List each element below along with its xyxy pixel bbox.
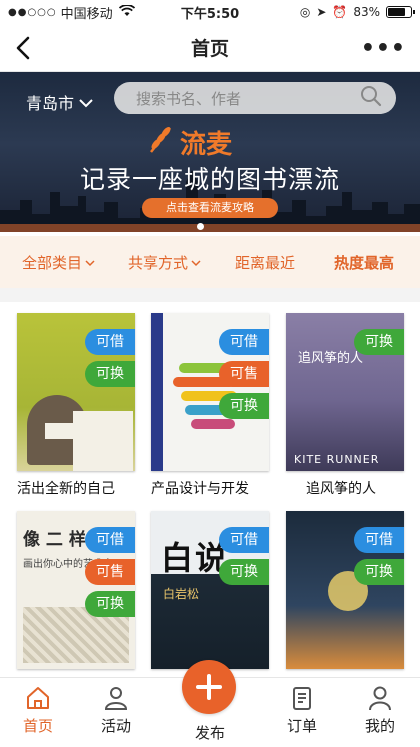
page-title: 首页 (190, 38, 229, 60)
battery-icon (386, 6, 415, 18)
brand-logo: 流麦 (148, 124, 232, 161)
for-sale-tag: 可售 (85, 559, 135, 585)
book-title: 活出全新的自己 (17, 481, 115, 497)
back-arrow-icon[interactable] (12, 34, 36, 62)
search-input[interactable]: 搜索书名、作者 (114, 82, 396, 114)
clock: 下午5:50 (180, 6, 240, 22)
cover-author: 白岩松 (163, 587, 200, 601)
filter-nearest[interactable]: 距离最近 (235, 252, 295, 273)
tab-activity[interactable]: 活动 (86, 684, 146, 736)
orders-icon (293, 687, 311, 710)
search-icon[interactable] (360, 85, 382, 111)
tab-publish-label: 发布 (194, 724, 225, 742)
search-placeholder: 搜索书名、作者 (136, 89, 242, 108)
tab-orders-label: 订单 (286, 717, 317, 735)
guide-link-button[interactable]: 点击查看流麦攻略 (142, 198, 278, 218)
cover-title: 追风筝的人 (298, 351, 364, 366)
borrowable-tag: 可借 (85, 329, 135, 355)
exchangeable-tag: 可换 (354, 329, 404, 355)
tab-orders[interactable]: 订单 (272, 684, 332, 736)
bottom-tab-bar: 首页 活动 发布 订单 我的 (0, 660, 420, 747)
filter-hottest-label: 热度最高 (334, 254, 395, 272)
tab-activity-label: 活动 (100, 717, 131, 735)
carousel-indicator[interactable] (197, 223, 204, 230)
filter-hottest[interactable]: 热度最高 (334, 252, 394, 273)
filter-bar: 全部类目 共享方式 距离最近 热度最高 (0, 236, 420, 288)
borrowable-tag: 可借 (85, 527, 135, 553)
filter-share-mode[interactable]: 共享方式 (128, 252, 201, 273)
publish-button[interactable] (182, 660, 236, 714)
chevron-down-icon (78, 93, 94, 112)
city-selector[interactable]: 青岛市 (26, 90, 94, 114)
activity-icon (104, 687, 128, 710)
book-title: 产品设计与开发 (151, 481, 249, 497)
exchangeable-tag: 可换 (354, 559, 404, 585)
chevron-down-icon (191, 259, 201, 266)
exchangeable-tag: 可换 (85, 361, 135, 387)
exchangeable-tag: 可换 (85, 591, 135, 617)
brand-name: 流麦 (180, 130, 233, 160)
chevron-down-icon (85, 259, 95, 266)
tab-mine-label: 我的 (364, 717, 395, 735)
filter-category-label: 全部类目 (22, 254, 83, 272)
filter-nearest-label: 距离最近 (235, 254, 296, 272)
banner-slogan: 记录一座城的图书漂流 (79, 165, 340, 194)
filter-category[interactable]: 全部类目 (22, 252, 95, 273)
filter-share-mode-label: 共享方式 (128, 254, 189, 272)
wheat-icon (148, 124, 174, 161)
borrowable-tag: 可借 (219, 329, 269, 355)
more-options-icon[interactable]: ••• (361, 36, 406, 61)
cover-english-title: KITE RUNNER (294, 453, 380, 466)
borrowable-tag: 可借 (219, 527, 269, 553)
tab-home-label: 首页 (22, 717, 53, 735)
exchangeable-tag: 可换 (219, 393, 269, 419)
tab-home[interactable]: 首页 (8, 684, 68, 736)
home-icon (27, 687, 49, 709)
borrowable-tag: 可借 (354, 527, 404, 553)
for-sale-tag: 可售 (219, 361, 269, 387)
city-name: 青岛市 (26, 94, 75, 113)
nav-bar: 首页 ••• (0, 24, 420, 72)
status-bar: ●●○○○ 中国移动 下午5:50 ◎ ➤ ⏰ 83% (0, 0, 420, 24)
profile-icon (369, 686, 391, 711)
tab-mine[interactable]: 我的 (350, 684, 410, 736)
book-title: 追风筝的人 (306, 481, 376, 497)
banner-carousel[interactable]: 青岛市 搜索书名、作者 流麦 记录一座城的图书漂流 点击查看流麦攻略 (0, 72, 420, 232)
exchangeable-tag: 可换 (219, 559, 269, 585)
section-divider (0, 288, 420, 302)
